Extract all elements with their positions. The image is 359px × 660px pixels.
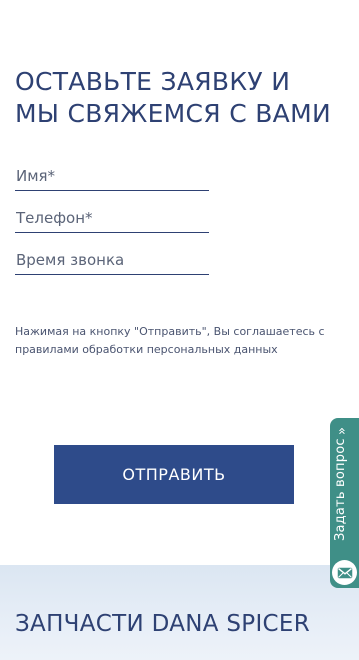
envelope-icon [332,560,357,585]
submit-button[interactable]: ОТПРАВИТЬ [54,445,294,504]
name-input[interactable] [15,164,210,188]
ask-question-label: Задать вопрос [333,438,348,541]
ask-question-tab[interactable]: « Задать вопрос [330,418,359,588]
page: ОСТАВЬТЕ ЗАЯВКУ И МЫ СВЯЖЕМСЯ С ВАМИ Наж… [0,0,359,660]
name-field [15,164,210,191]
phone-field [15,206,210,233]
call-time-input[interactable] [15,248,210,272]
phone-input[interactable] [15,206,210,230]
call-time-field [15,248,210,275]
form-title: ОСТАВЬТЕ ЗАЯВКУ И МЫ СВЯЖЕМСЯ С ВАМИ [15,67,331,128]
next-section-title: ЗАПЧАСТИ DANA SPICER [15,611,311,637]
consent-text: Нажимая на кнопку "Отправить", Вы соглаш… [15,325,325,356]
chevron-double-icon: « [333,427,349,435]
